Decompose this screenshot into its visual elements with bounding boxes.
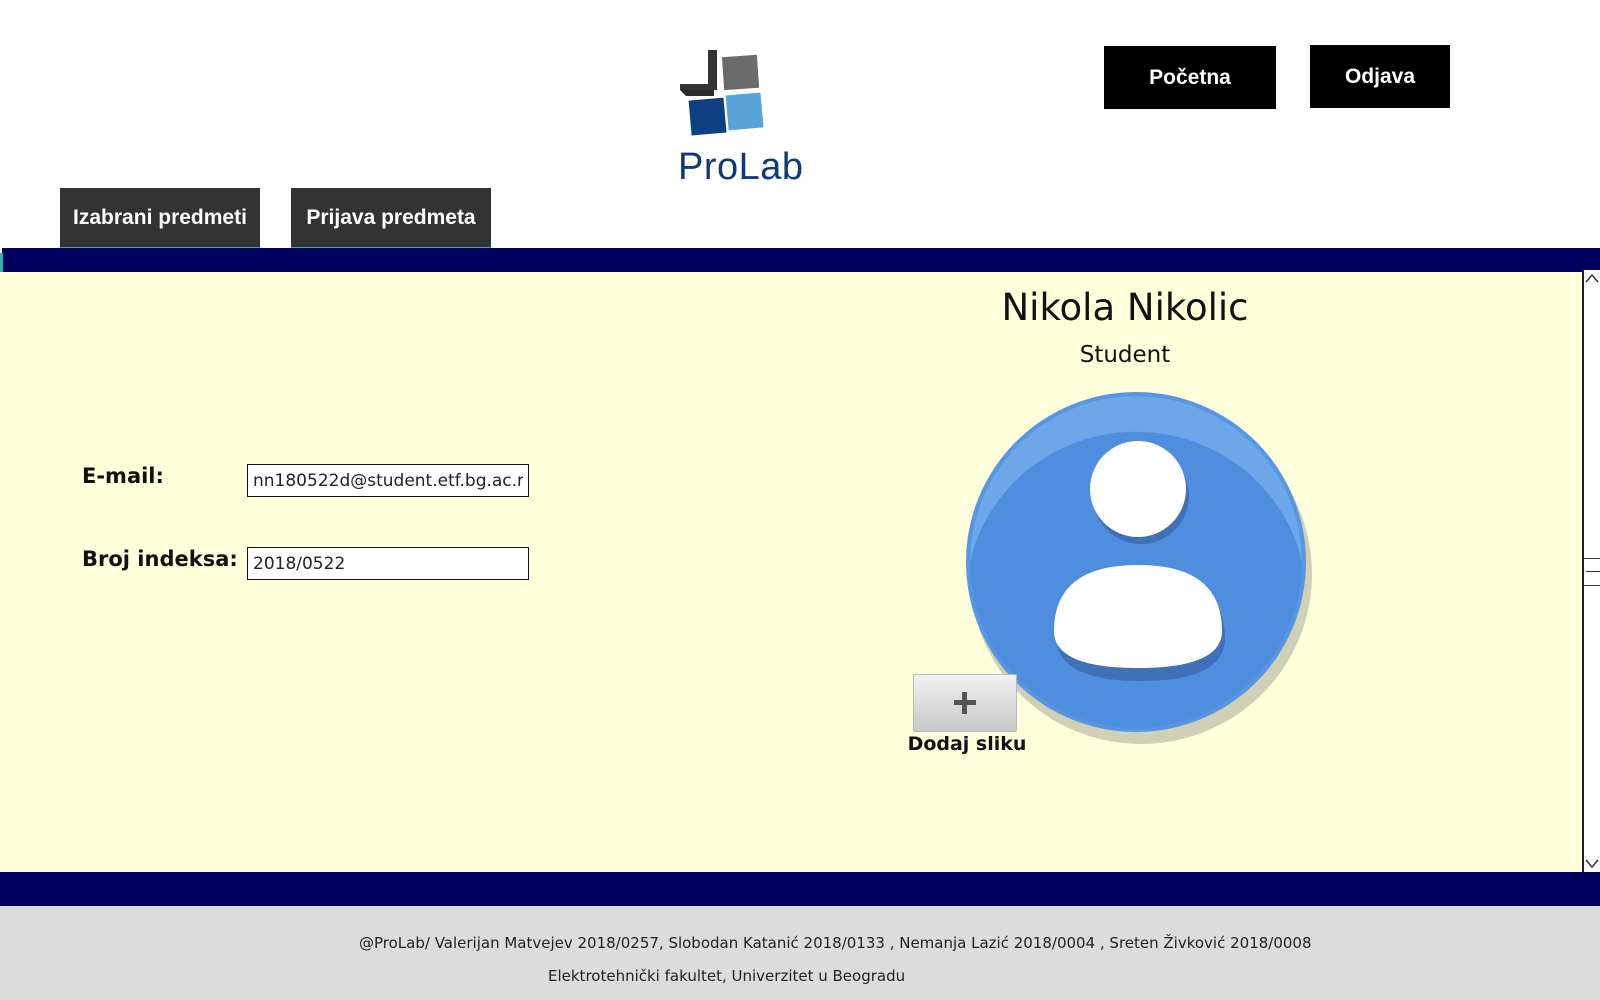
top-bar-accent xyxy=(0,253,3,272)
user-name: Nikola Nikolic xyxy=(1001,286,1249,329)
footer xyxy=(0,906,1600,1000)
chevron-down-icon[interactable] xyxy=(1584,856,1600,870)
footer-authors: @ProLab/ Valerijan Matvejev 2018/0257, S… xyxy=(359,934,1312,952)
tab-selected-courses[interactable]: Izabrani predmeti xyxy=(60,188,260,248)
add-photo-label: Dodaj sliku xyxy=(907,733,1027,755)
tab-course-registration[interactable]: Prijava predmeta xyxy=(291,188,491,248)
logout-button[interactable]: Odjava xyxy=(1310,45,1450,108)
profile-panel xyxy=(0,272,1582,872)
bottom-navy-bar xyxy=(0,872,1600,906)
index-number-field[interactable] xyxy=(247,547,529,580)
logo-text: ProLab xyxy=(678,146,804,188)
footer-school: Elektrotehnički fakultet, Univerzitet u … xyxy=(548,967,906,985)
user-role: Student xyxy=(1079,342,1171,368)
vertical-scrollbar[interactable] xyxy=(1582,270,1600,874)
home-button[interactable]: Početna xyxy=(1104,46,1276,109)
page: ProLab Početna Odjava Izabrani predmeti … xyxy=(0,0,1600,1000)
top-navy-bar xyxy=(2,248,1600,272)
add-photo-button[interactable] xyxy=(913,674,1017,732)
chevron-up-icon[interactable] xyxy=(1584,272,1600,286)
email-field[interactable] xyxy=(247,464,529,497)
index-number-label: Broj indeksa: xyxy=(82,547,238,571)
email-label: E-mail: xyxy=(82,464,164,488)
user-silhouette-icon xyxy=(966,392,1312,744)
scrollbar-thumb[interactable] xyxy=(1584,558,1600,586)
plus-icon xyxy=(954,692,976,714)
